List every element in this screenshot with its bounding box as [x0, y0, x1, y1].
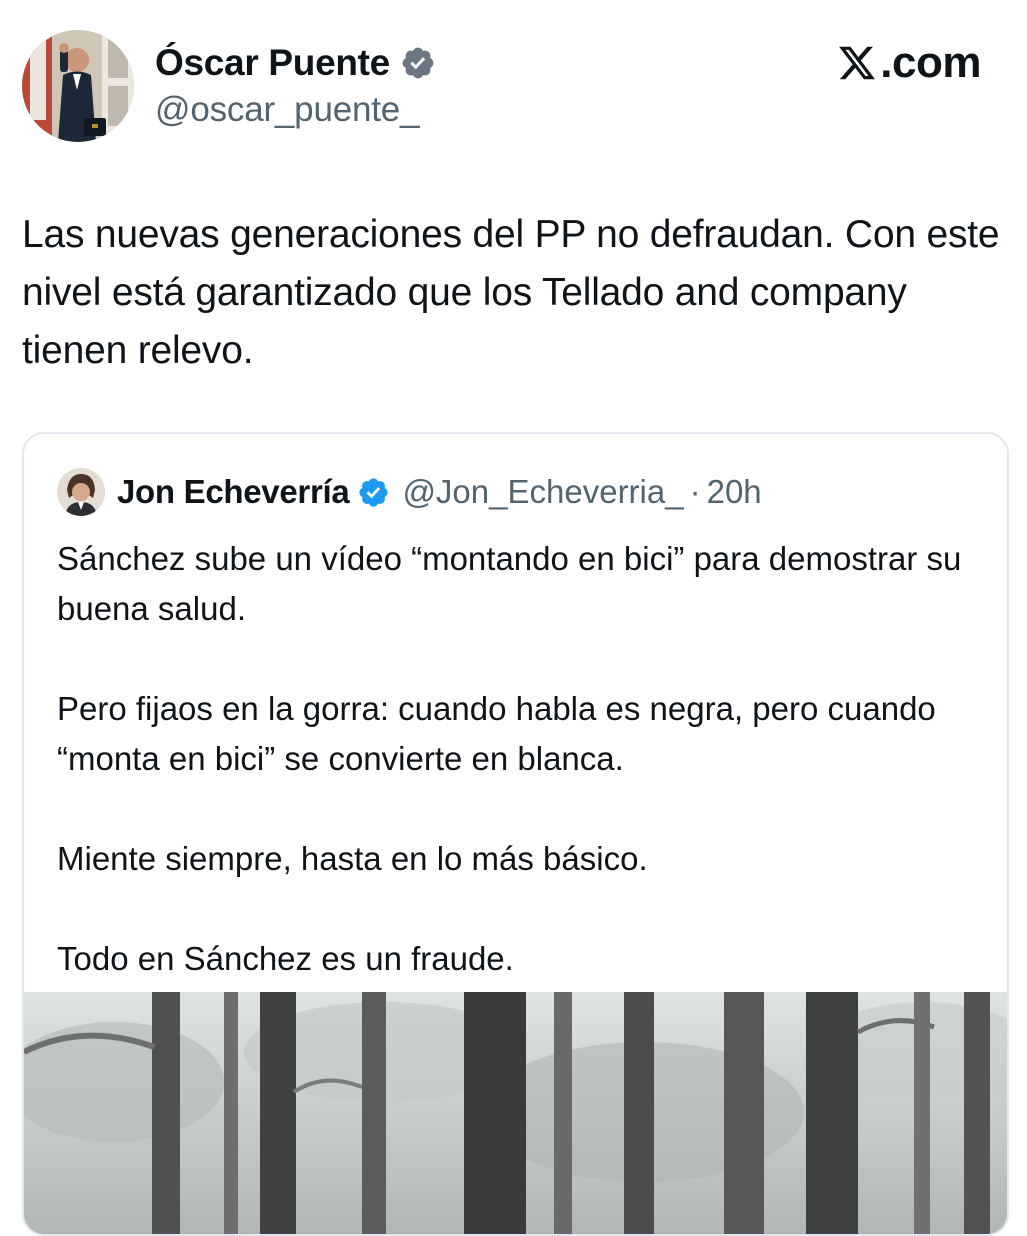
author-name-row: Óscar Puente [155, 40, 436, 86]
site-label: .com [837, 38, 981, 88]
quoted-author-avatar[interactable] [57, 468, 105, 516]
quoted-tweet[interactable]: Jon Echeverría @Jon_Echeverria_ · 20h Sá… [22, 432, 1009, 1236]
quoted-author-handle[interactable]: @Jon_Echeverria_ [402, 473, 683, 511]
quoted-author-name[interactable]: Jon Echeverría [117, 473, 350, 511]
x-logo-icon [837, 43, 877, 83]
author-info: Óscar Puente @oscar_puente_ [155, 40, 436, 130]
quoted-tweet-text: Sánchez sube un vídeo “montando en bici”… [57, 534, 977, 1034]
quoted-paragraph: Miente siempre, hasta en lo más básico. [57, 840, 648, 877]
quoted-tweet-header: Jon Echeverría @Jon_Echeverria_ · 20h [57, 464, 762, 520]
author-avatar[interactable] [22, 30, 134, 142]
quoted-paragraph: Todo en Sánchez es un fraude. [57, 940, 514, 977]
tweet-text: Las nuevas generaciones del PP no defrau… [22, 213, 1000, 372]
separator-dot: · [689, 473, 701, 510]
quoted-video-thumbnail[interactable] [24, 992, 1007, 1234]
verified-badge-icon [357, 476, 390, 509]
quoted-tweet-time[interactable]: 20h [707, 473, 762, 511]
verified-badge-icon [400, 45, 436, 81]
tweet-card: Óscar Puente @oscar_puente_ .com Las nue… [0, 0, 1027, 1236]
author-name[interactable]: Óscar Puente [155, 42, 390, 84]
quoted-paragraph: Pero fijaos en la gorra: cuando habla es… [57, 690, 936, 777]
site-label-text: .com [880, 38, 981, 87]
quoted-paragraph: Sánchez sube un vídeo “montando en bici”… [57, 540, 962, 627]
author-handle[interactable]: @oscar_puente_ [155, 90, 436, 130]
